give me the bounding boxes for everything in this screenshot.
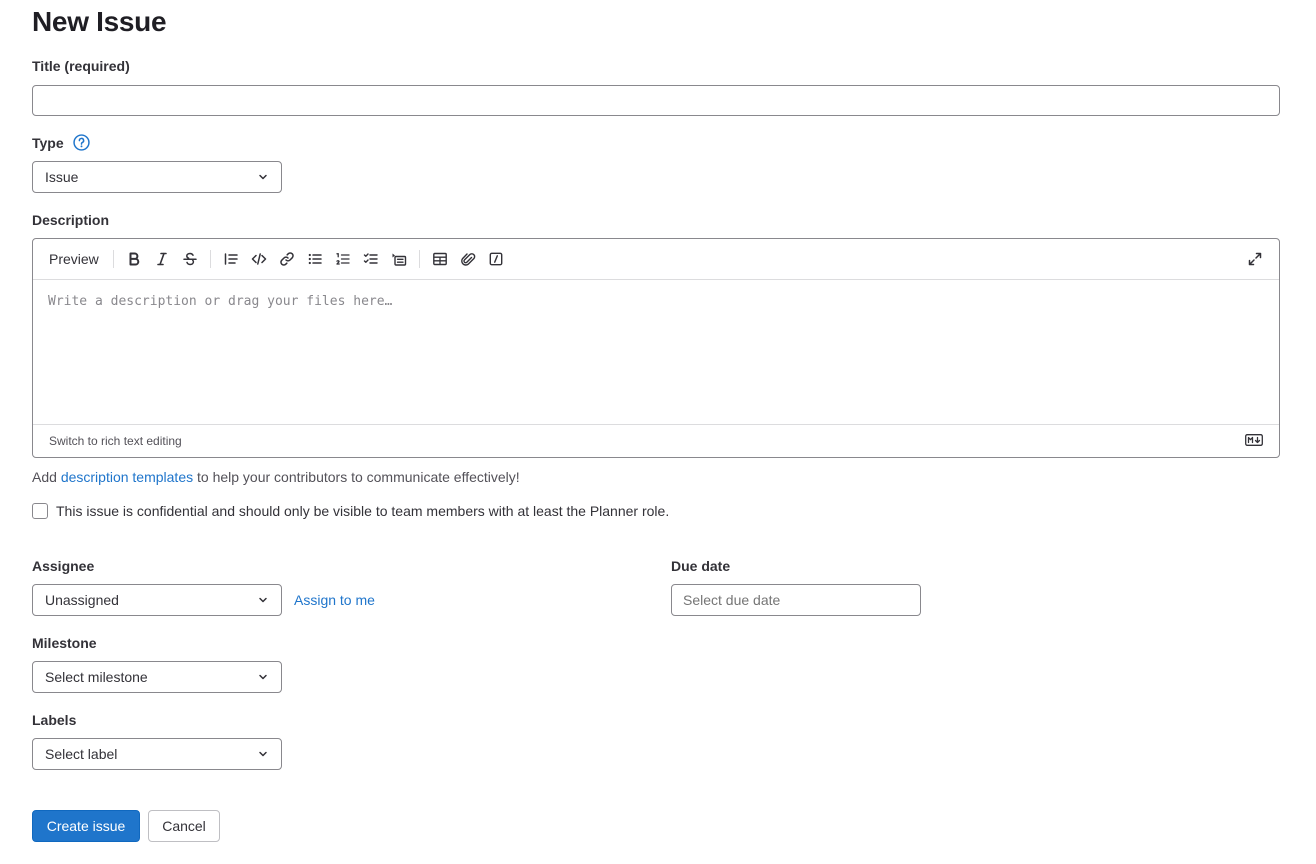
description-label: Description: [32, 212, 110, 228]
table-icon[interactable]: [426, 245, 454, 273]
toolbar-divider: [112, 250, 114, 268]
confidential-label[interactable]: This issue is confidential and should on…: [56, 503, 669, 519]
preview-button[interactable]: Preview: [41, 245, 107, 273]
toolbar-divider: [209, 250, 211, 268]
page-title: New Issue: [32, 6, 167, 37]
bold-icon[interactable]: [120, 245, 148, 273]
milestone-select[interactable]: Select milestone: [32, 661, 282, 693]
editor-footer: Switch to rich text editing: [33, 424, 1279, 457]
slash-command-icon[interactable]: [482, 245, 510, 273]
markdown-icon: [1245, 433, 1263, 449]
new-issue-page: New Issue Title (required) Type Issue De…: [0, 0, 1316, 864]
collapsible-section-icon[interactable]: [385, 245, 413, 273]
assignee-label: Assignee: [32, 558, 95, 574]
due-date-input[interactable]: [671, 584, 921, 616]
quote-icon[interactable]: [217, 245, 245, 273]
bulleted-list-icon[interactable]: [301, 245, 329, 273]
templates-hint-after: to help your contributors to communicate…: [193, 469, 520, 485]
title-label: Title (required): [32, 58, 130, 74]
description-textarea[interactable]: Write a description or drag your files h…: [33, 280, 1279, 424]
labels-label: Labels: [32, 712, 77, 728]
description-templates-link[interactable]: description templates: [61, 469, 193, 485]
maximize-icon[interactable]: [1241, 245, 1269, 273]
cancel-button[interactable]: Cancel: [148, 810, 220, 842]
description-editor: Preview Write a description or drag your…: [32, 238, 1280, 458]
toolbar-divider: [418, 250, 420, 268]
editor-toolbar: Preview: [33, 239, 1279, 280]
strikethrough-icon[interactable]: [176, 245, 204, 273]
title-input[interactable]: [32, 85, 1280, 116]
attach-file-icon[interactable]: [454, 245, 482, 273]
assign-to-me-link[interactable]: Assign to me: [294, 592, 375, 608]
due-date-label: Due date: [671, 558, 731, 574]
assignee-select[interactable]: Unassigned: [32, 584, 282, 616]
chevron-down-icon: [257, 671, 269, 683]
link-icon[interactable]: [273, 245, 301, 273]
labels-select-value: Select label: [45, 746, 118, 762]
switch-rich-text-link[interactable]: Switch to rich text editing: [49, 434, 182, 448]
confidential-checkbox[interactable]: [32, 503, 48, 519]
create-issue-button[interactable]: Create issue: [32, 810, 140, 842]
labels-select[interactable]: Select label: [32, 738, 282, 770]
task-list-icon[interactable]: [357, 245, 385, 273]
type-select[interactable]: Issue: [32, 161, 282, 193]
numbered-list-icon[interactable]: [329, 245, 357, 273]
italic-icon[interactable]: [148, 245, 176, 273]
type-label: Type: [32, 135, 64, 151]
chevron-down-icon: [257, 748, 269, 760]
templates-hint: Add description templates to help your c…: [32, 469, 520, 485]
milestone-select-value: Select milestone: [45, 669, 148, 685]
milestone-label: Milestone: [32, 635, 97, 651]
chevron-down-icon: [257, 594, 269, 606]
type-select-value: Issue: [45, 169, 79, 185]
question-circle-icon[interactable]: [73, 134, 90, 151]
assignee-select-value: Unassigned: [45, 592, 119, 608]
code-icon[interactable]: [245, 245, 273, 273]
templates-hint-before: Add: [32, 469, 61, 485]
chevron-down-icon: [257, 171, 269, 183]
